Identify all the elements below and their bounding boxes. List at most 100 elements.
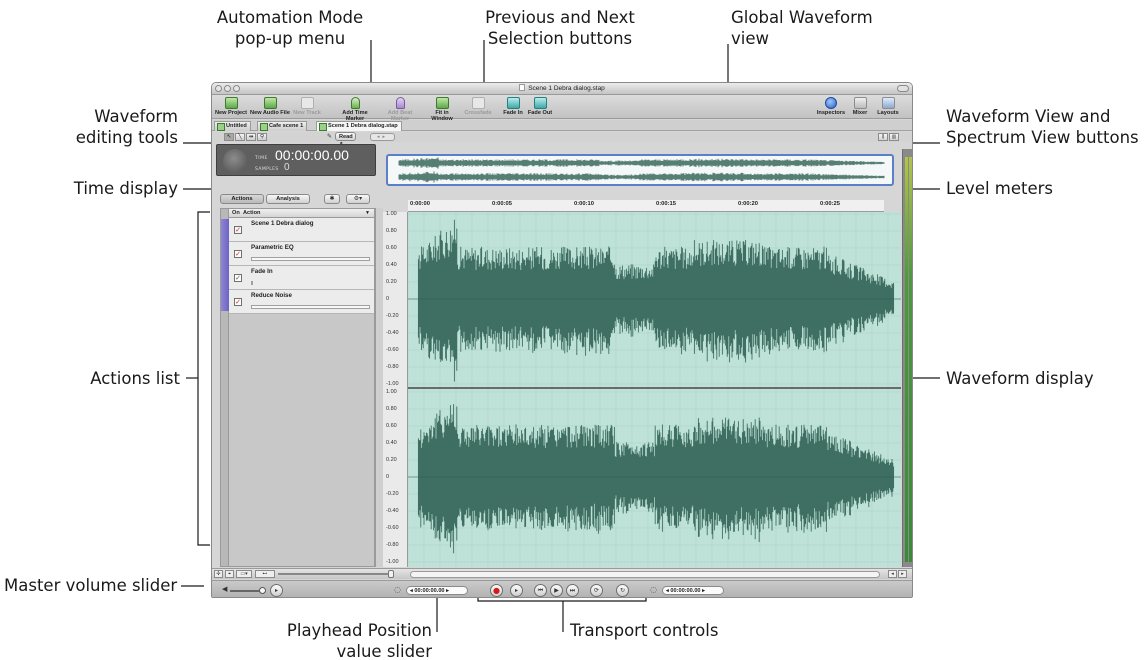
- action-row[interactable]: ✓ Fade In: [229, 266, 374, 290]
- automation-mode-popup[interactable]: Read ⇕: [335, 132, 356, 148]
- actions-list: On Action ▼ ✓ Scene 1 Debra dialog ✓ Par…: [220, 208, 375, 567]
- layouts-button[interactable]: Layouts: [874, 95, 902, 119]
- action-bar: [251, 281, 253, 285]
- master-volume-slider[interactable]: [259, 587, 266, 594]
- record-button[interactable]: ●: [490, 584, 503, 597]
- add-time-marker-button[interactable]: Add Time Marker: [333, 95, 377, 122]
- amplitude-label: 0.80: [386, 228, 397, 234]
- new-audio-file-button[interactable]: New Audio File: [250, 95, 290, 119]
- layouts-icon: [881, 97, 895, 109]
- callout-master-volume: Master volume slider: [4, 576, 178, 595]
- new-audio-file-icon: [263, 97, 277, 109]
- amplitude-label: -0.40: [386, 330, 399, 336]
- action-checkbox[interactable]: ✓: [234, 274, 242, 282]
- add-action-button[interactable]: ✱: [324, 194, 340, 204]
- waveform-display[interactable]: 1.00 0.80 0.60 0.40 0.20 0 -0.20 -0.40 -0.60 -0.8…: [383, 211, 901, 567]
- action-name: Parametric EQ: [251, 244, 294, 251]
- toolbar-toggle-button[interactable]: [897, 85, 909, 92]
- amplitude-label: 0.20: [386, 457, 397, 463]
- amplitude-label: -0.20: [386, 313, 399, 319]
- amplitude-label: -0.80: [386, 364, 399, 370]
- master-volume-toggle-button[interactable]: ▸: [270, 584, 283, 597]
- action-checkbox[interactable]: ✓: [234, 298, 242, 306]
- go-to-beginning-button[interactable]: ⏮: [534, 584, 547, 597]
- amplitude-scale: 1.00 0.80 0.60 0.40 0.20 0 -0.20 -0.40 -0.60 -0.8…: [383, 211, 408, 567]
- fade-in-icon: [506, 97, 520, 109]
- scroll-right-button[interactable]: ▸: [898, 570, 907, 578]
- waveform-view-button[interactable]: ⫼: [878, 133, 888, 141]
- new-track-button[interactable]: New Track: [292, 95, 322, 119]
- callout-prev-next-line1: Previous and Next: [485, 8, 635, 27]
- link-button[interactable]: ⊷: [255, 570, 275, 578]
- actions-applied-indicator: [221, 219, 229, 311]
- play-selection-button[interactable]: ▸: [510, 584, 523, 597]
- action-checkbox[interactable]: ✓: [234, 226, 242, 234]
- column-on-header: On: [232, 210, 240, 216]
- spectrum-view-button[interactable]: ▥: [889, 133, 899, 141]
- actions-list-strip: [221, 209, 229, 566]
- zoom-slider[interactable]: [278, 573, 388, 575]
- transport-bar: ◀ ▸ ◌ ◂ 00:00:00.00 ▸ ● ▸ ⏮ ▶ ⏭ ⟳ ↻ ◌ ◂ …: [212, 580, 912, 597]
- scrub-button[interactable]: ⌖: [225, 570, 234, 578]
- amplitude-label: 0.60: [386, 423, 397, 429]
- timeline-ruler[interactable]: 0:00:00 0:00:05 0:00:10 0:00:15 0:00:20 …: [408, 200, 884, 212]
- selection-position-value: 00:00:00.00: [670, 588, 701, 594]
- tab-scene-debra-dialog[interactable]: Scene 1 Debra dialog.stap: [316, 121, 402, 131]
- actions-list-header: On Action ▼: [229, 209, 374, 218]
- time-display-knob: [223, 149, 247, 173]
- fade-out-button[interactable]: Fade Out: [526, 95, 554, 119]
- amplitude-label: 0: [386, 474, 390, 480]
- ruler-label: 0:00:00: [410, 201, 430, 207]
- action-row[interactable]: ✓ Reduce Noise: [229, 290, 374, 314]
- zoom-slider-knob[interactable]: [388, 570, 394, 578]
- inspectors-button[interactable]: Inspectors: [816, 95, 846, 119]
- crossfade-button[interactable]: Crossfade: [463, 95, 493, 119]
- tab-untitled[interactable]: Untitled: [214, 121, 251, 131]
- action-row[interactable]: ✓ Scene 1 Debra dialog: [229, 218, 374, 242]
- go-to-end-button[interactable]: ⏭: [566, 584, 579, 597]
- amplitude-label: 0.80: [386, 406, 397, 412]
- play-button[interactable]: ▶: [550, 584, 563, 597]
- fade-in-button[interactable]: Fade In: [501, 95, 525, 119]
- ruler-label: 0:00:15: [656, 201, 676, 207]
- cycle-button[interactable]: ↻: [616, 584, 629, 597]
- view-menu-button[interactable]: ▭▾: [236, 570, 252, 578]
- actions-splitter[interactable]: [375, 208, 383, 567]
- selection-length-icon: ◌: [650, 585, 657, 594]
- previous-next-selection-buttons[interactable]: ◂▸: [370, 133, 395, 141]
- action-checkbox[interactable]: ✓: [234, 250, 242, 258]
- new-project-button[interactable]: New Project: [214, 95, 248, 119]
- fit-in-window-button[interactable]: Fit in Window: [424, 95, 460, 122]
- action-menu-button[interactable]: ⚙▾: [346, 194, 370, 204]
- callout-waveform-display: Waveform display: [946, 369, 1094, 388]
- global-waveform-channel: [398, 171, 885, 183]
- global-waveform-view[interactable]: [386, 154, 894, 186]
- amplitude-label: -0.60: [386, 525, 399, 531]
- fade-out-icon: [533, 97, 547, 109]
- loop-button[interactable]: ⟳: [590, 584, 603, 597]
- amplitude-label: -0.80: [386, 542, 399, 548]
- callout-level-meters: Level meters: [946, 179, 1054, 198]
- samples-value: 0: [284, 162, 290, 173]
- mixer-button[interactable]: Mixer: [848, 95, 872, 119]
- pencil-tool[interactable]: ╲: [235, 133, 245, 141]
- crossfade-label: Crossfade: [464, 110, 492, 116]
- add-beat-marker-button[interactable]: Add Beat Marker: [378, 95, 422, 122]
- global-waveform-channel: [398, 157, 885, 169]
- tab-actions[interactable]: Actions: [220, 194, 264, 204]
- new-project-icon: [224, 97, 238, 109]
- horizontal-scrollbar[interactable]: [410, 571, 880, 578]
- playhead-position-slider[interactable]: ◂ 00:00:00.00 ▸: [406, 586, 468, 595]
- amplitude-label: -0.40: [386, 508, 399, 514]
- action-row[interactable]: ✓ Parametric EQ: [229, 242, 374, 266]
- tab-analysis[interactable]: Analysis: [266, 194, 310, 204]
- zoom-tool[interactable]: ⚲: [257, 133, 267, 141]
- selection-tool[interactable]: ↖: [224, 133, 234, 141]
- selection-position-slider[interactable]: ◂ 00:00:00.00 ▸: [662, 586, 724, 595]
- sample-edit-tool[interactable]: ⇹: [246, 133, 256, 141]
- fade-in-label: Fade In: [503, 110, 523, 116]
- snap-button[interactable]: ✣: [214, 570, 223, 578]
- tab-cafe-scene[interactable]: Cafe scene 1: [257, 121, 308, 131]
- scroll-left-button[interactable]: ◂: [888, 570, 897, 578]
- callout-playhead-position: Playhead Position value slider: [270, 620, 432, 660]
